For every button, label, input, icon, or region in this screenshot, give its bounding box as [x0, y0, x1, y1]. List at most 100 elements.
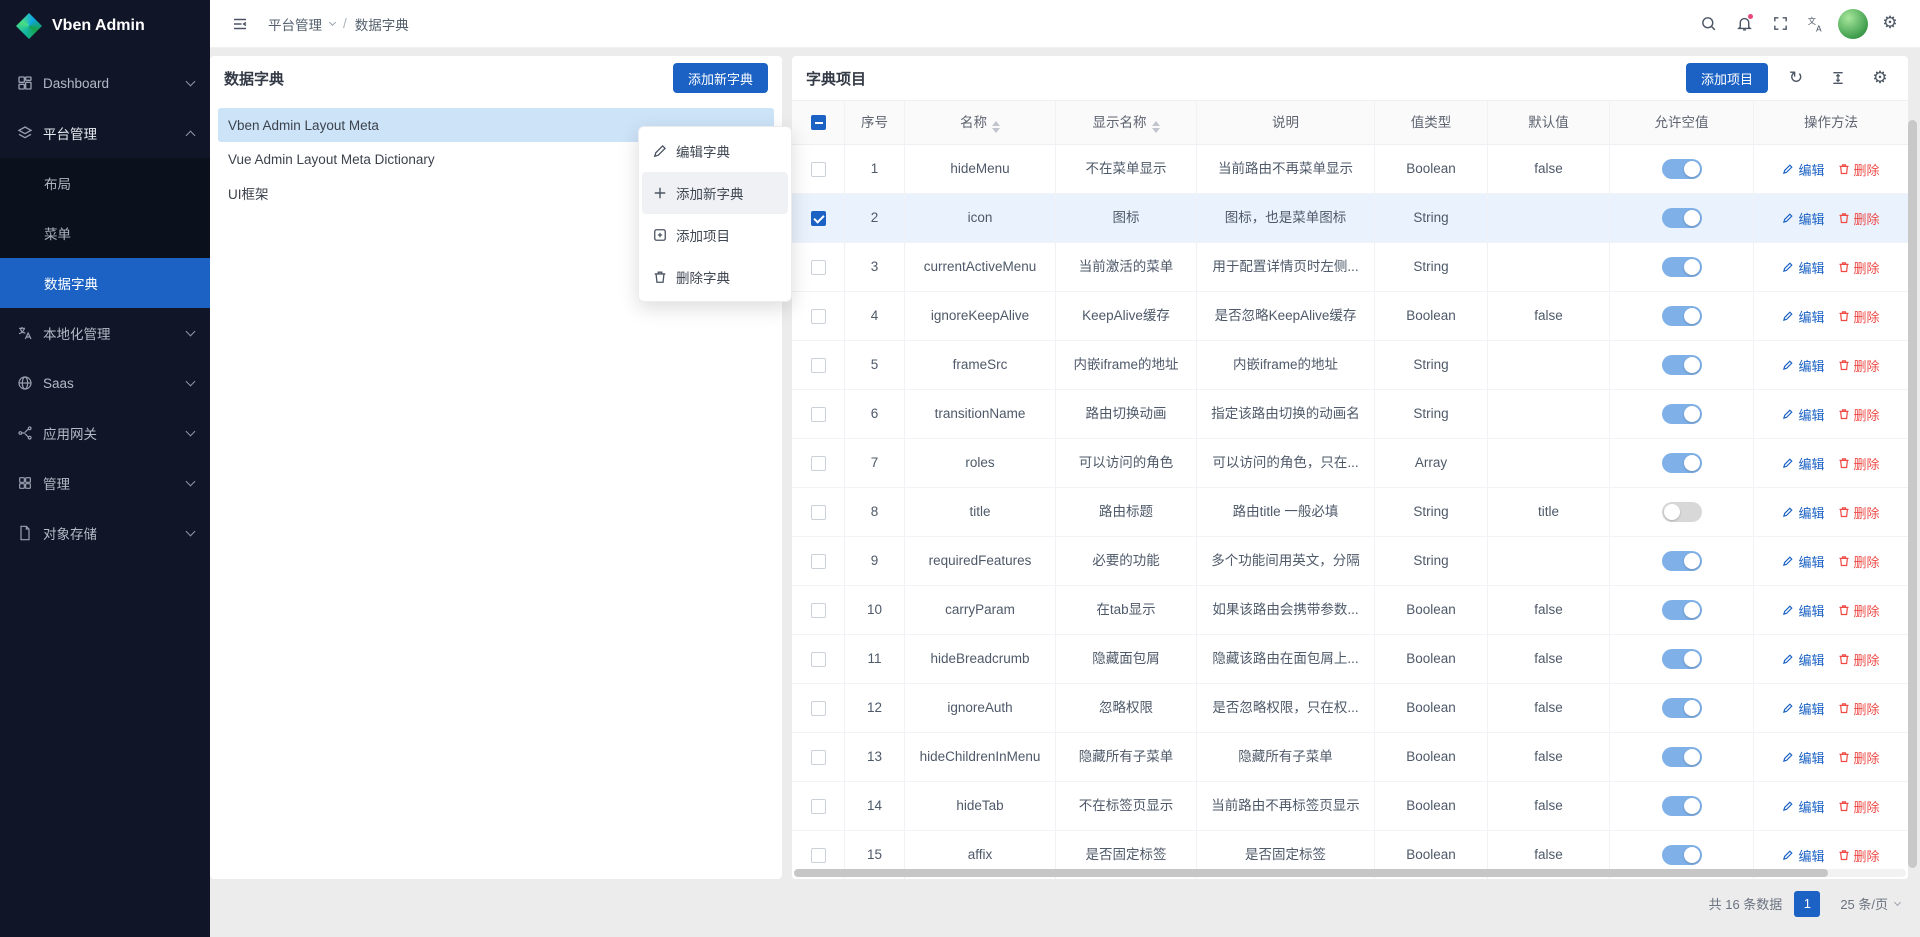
column-settings-icon[interactable]: ⚙	[1866, 64, 1894, 92]
delete-button[interactable]: 删除	[1838, 797, 1880, 816]
delete-button[interactable]: 删除	[1838, 209, 1880, 228]
sidebar-item-management[interactable]: 管理	[0, 458, 210, 508]
row-checkbox[interactable]	[811, 260, 826, 275]
delete-button[interactable]: 删除	[1838, 503, 1880, 522]
page-size-select[interactable]: 25 条/页	[1832, 890, 1908, 917]
edit-button[interactable]: 编辑	[1782, 503, 1824, 522]
row-checkbox[interactable]	[811, 848, 826, 863]
sidebar-collapse-icon[interactable]	[226, 10, 254, 38]
sidebar-item-platform[interactable]: 平台管理	[0, 108, 210, 158]
edit-button[interactable]: 编辑	[1782, 846, 1824, 865]
row-checkbox[interactable]	[811, 358, 826, 373]
edit-button[interactable]: 编辑	[1782, 552, 1824, 571]
item-default-value: false	[1488, 635, 1610, 683]
edit-button[interactable]: 编辑	[1782, 650, 1824, 669]
allow-null-toggle[interactable]	[1662, 257, 1702, 277]
delete-button[interactable]: 删除	[1838, 454, 1880, 473]
allow-null-toggle[interactable]	[1662, 159, 1702, 179]
delete-button[interactable]: 删除	[1838, 552, 1880, 571]
row-checkbox[interactable]	[811, 211, 826, 226]
delete-button[interactable]: 删除	[1838, 699, 1880, 718]
edit-button[interactable]: 编辑	[1782, 356, 1824, 375]
fullscreen-icon[interactable]	[1766, 10, 1794, 38]
allow-null-toggle[interactable]	[1662, 796, 1702, 816]
edit-button[interactable]: 编辑	[1782, 209, 1824, 228]
allow-null-toggle[interactable]	[1662, 747, 1702, 767]
settings-gear-icon[interactable]: ⚙	[1876, 10, 1904, 38]
row-checkbox[interactable]	[811, 162, 826, 177]
sidebar-item-localization[interactable]: 本地化管理	[0, 308, 210, 358]
allow-null-toggle[interactable]	[1662, 600, 1702, 620]
sidebar-item-menu[interactable]: 菜单	[0, 208, 210, 258]
allow-null-toggle[interactable]	[1662, 453, 1702, 473]
sidebar-item-gateway[interactable]: 应用网关	[0, 408, 210, 458]
column-header-display-name[interactable]: 显示名称	[1056, 101, 1197, 144]
edit-button[interactable]: 编辑	[1782, 797, 1824, 816]
edit-button[interactable]: 编辑	[1782, 454, 1824, 473]
select-all-checkbox[interactable]	[811, 115, 826, 130]
page-button-1[interactable]: 1	[1794, 891, 1820, 917]
row-checkbox[interactable]	[811, 505, 826, 520]
column-header-name[interactable]: 名称	[905, 101, 1056, 144]
scrollbar-thumb[interactable]	[794, 869, 1828, 877]
row-checkbox[interactable]	[811, 407, 826, 422]
row-checkbox[interactable]	[811, 652, 826, 667]
allow-null-toggle[interactable]	[1662, 649, 1702, 669]
delete-button[interactable]: 删除	[1838, 650, 1880, 669]
edit-button[interactable]: 编辑	[1782, 405, 1824, 424]
row-checkbox[interactable]	[811, 799, 826, 814]
context-menu-add-item[interactable]: 添加项目	[642, 214, 788, 256]
allow-null-toggle[interactable]	[1662, 551, 1702, 571]
allow-null-toggle[interactable]	[1662, 355, 1702, 375]
search-icon[interactable]	[1694, 10, 1722, 38]
sidebar-item-saas[interactable]: Saas	[0, 358, 210, 408]
row-height-icon[interactable]	[1824, 64, 1852, 92]
app-logo[interactable]: Vben Admin	[0, 0, 210, 52]
add-item-button[interactable]: 添加项目	[1686, 63, 1768, 93]
allow-null-toggle[interactable]	[1662, 502, 1702, 522]
row-checkbox[interactable]	[811, 554, 826, 569]
sidebar-item-object-storage[interactable]: 对象存储	[0, 508, 210, 558]
context-menu-add-dictionary[interactable]: 添加新字典	[642, 172, 788, 214]
context-menu-delete-dictionary[interactable]: 删除字典	[642, 256, 788, 298]
edit-button[interactable]: 编辑	[1782, 601, 1824, 620]
breadcrumb-platform[interactable]: 平台管理	[268, 14, 322, 34]
row-checkbox[interactable]	[811, 309, 826, 324]
sort-icon[interactable]	[992, 121, 1000, 133]
context-menu-edit-dictionary[interactable]: 编辑字典	[642, 130, 788, 172]
delete-button[interactable]: 删除	[1838, 160, 1880, 179]
delete-button[interactable]: 删除	[1838, 846, 1880, 865]
delete-button[interactable]: 删除	[1838, 356, 1880, 375]
delete-button[interactable]: 删除	[1838, 748, 1880, 767]
horizontal-scrollbar[interactable]	[794, 869, 1906, 877]
translate-icon[interactable]: 文A	[1802, 10, 1830, 38]
edit-button[interactable]: 编辑	[1782, 160, 1824, 179]
allow-null-toggle[interactable]	[1662, 845, 1702, 865]
notification-bell-icon[interactable]	[1730, 10, 1758, 38]
delete-button[interactable]: 删除	[1838, 307, 1880, 326]
delete-button[interactable]: 删除	[1838, 405, 1880, 424]
sort-icon[interactable]	[1152, 121, 1160, 133]
row-checkbox[interactable]	[811, 750, 826, 765]
sidebar-item-data-dictionary[interactable]: 数据字典	[0, 258, 210, 308]
edit-button[interactable]: 编辑	[1782, 748, 1824, 767]
delete-button[interactable]: 删除	[1838, 601, 1880, 620]
refresh-icon[interactable]: ↻	[1782, 64, 1810, 92]
avatar[interactable]	[1838, 9, 1868, 39]
edit-button[interactable]: 编辑	[1782, 258, 1824, 277]
add-dictionary-button[interactable]: 添加新字典	[673, 63, 768, 93]
vertical-scrollbar[interactable]	[1908, 120, 1917, 868]
row-checkbox[interactable]	[811, 603, 826, 618]
row-checkbox[interactable]	[811, 456, 826, 471]
sidebar-item-dashboard[interactable]: Dashboard	[0, 58, 210, 108]
sidebar-item-layout[interactable]: 布局	[0, 158, 210, 208]
row-checkbox[interactable]	[811, 701, 826, 716]
allow-null-toggle[interactable]	[1662, 404, 1702, 424]
column-header-no[interactable]: 序号	[845, 101, 905, 144]
allow-null-toggle[interactable]	[1662, 306, 1702, 326]
allow-null-toggle[interactable]	[1662, 698, 1702, 718]
edit-button[interactable]: 编辑	[1782, 699, 1824, 718]
edit-button[interactable]: 编辑	[1782, 307, 1824, 326]
delete-button[interactable]: 删除	[1838, 258, 1880, 277]
allow-null-toggle[interactable]	[1662, 208, 1702, 228]
